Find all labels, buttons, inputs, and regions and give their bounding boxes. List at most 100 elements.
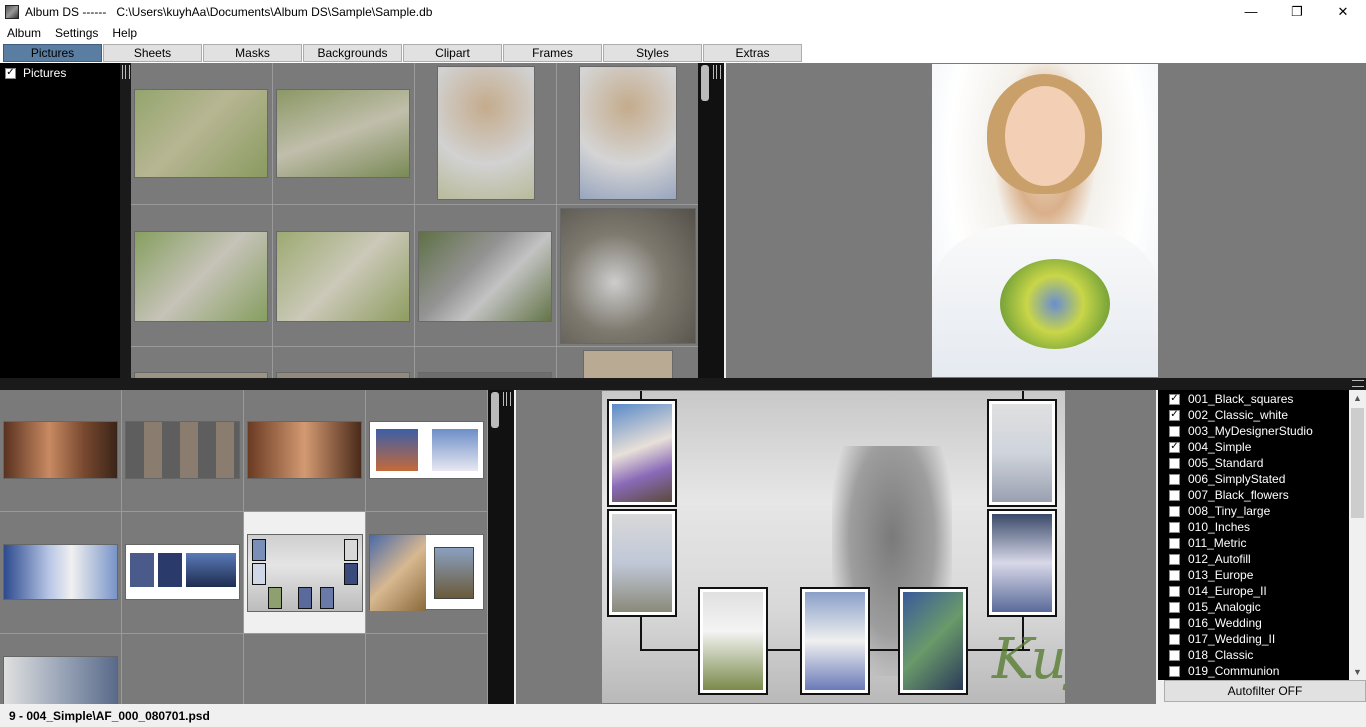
- thumbnail-cell[interactable]: [131, 205, 273, 347]
- grip-icon: [1352, 380, 1364, 387]
- tree-splitter[interactable]: [120, 63, 131, 378]
- filter-item[interactable]: 008_Tiny_large: [1158, 503, 1366, 519]
- filter-item[interactable]: 005_Standard: [1158, 455, 1366, 471]
- checkbox-icon[interactable]: ✓: [1169, 441, 1180, 453]
- filter-item[interactable]: 011_Metric: [1158, 535, 1366, 551]
- checkbox-icon[interactable]: [1169, 553, 1180, 565]
- checkbox-icon[interactable]: [1169, 537, 1180, 549]
- horizontal-splitter[interactable]: [0, 378, 1366, 390]
- filter-item[interactable]: 016_Wedding: [1158, 615, 1366, 631]
- sheet-scrollbar[interactable]: [488, 390, 514, 704]
- filter-item[interactable]: ✓ 001_Black_squares: [1158, 391, 1366, 407]
- sheet-thumbnail-cell[interactable]: [366, 512, 488, 634]
- scroll-thumb[interactable]: [491, 392, 499, 428]
- thumbnail-cell[interactable]: [131, 347, 273, 378]
- photo-frame[interactable]: [898, 587, 968, 695]
- filter-item[interactable]: 006_SimplyStated: [1158, 471, 1366, 487]
- tab-pictures[interactable]: Pictures: [3, 44, 102, 62]
- menu-help[interactable]: Help: [105, 26, 144, 40]
- photo-frame[interactable]: [607, 399, 677, 507]
- photo-frame[interactable]: [607, 509, 677, 617]
- thumbnail-cell[interactable]: [557, 347, 698, 378]
- filter-item[interactable]: ✓ 004_Simple: [1158, 439, 1366, 455]
- sheet-thumbnail-cell[interactable]: [244, 634, 366, 704]
- checkbox-icon[interactable]: ✓: [5, 67, 16, 79]
- filter-item[interactable]: ✓ 002_Classic_white: [1158, 407, 1366, 423]
- sheet-thumbnail-cell[interactable]: [366, 634, 488, 704]
- tab-sheets[interactable]: Sheets: [103, 44, 202, 62]
- scroll-down-icon[interactable]: ▼: [1349, 664, 1366, 680]
- filter-label: 010_Inches: [1188, 520, 1251, 534]
- thumbnail-cell[interactable]: [415, 205, 557, 347]
- checkbox-icon[interactable]: [1169, 585, 1180, 597]
- sheet-layout-preview: KuyhAaMe: [516, 390, 1156, 704]
- sheet-thumbnail-cell[interactable]: [244, 390, 366, 512]
- scroll-up-icon[interactable]: ▲: [1349, 390, 1366, 406]
- checkbox-icon[interactable]: [1169, 617, 1180, 629]
- sheet-thumbnail-cell[interactable]: [366, 390, 488, 512]
- minimize-button[interactable]: —: [1228, 0, 1274, 23]
- filter-item[interactable]: 003_MyDesignerStudio: [1158, 423, 1366, 439]
- filter-item[interactable]: 018_Classic: [1158, 647, 1366, 663]
- tree-item-pictures[interactable]: ✓ Pictures: [0, 65, 120, 81]
- checkbox-icon[interactable]: [1169, 505, 1180, 517]
- checkbox-icon[interactable]: [1169, 489, 1180, 501]
- scroll-thumb[interactable]: [701, 65, 709, 101]
- filter-item[interactable]: 013_Europe: [1158, 567, 1366, 583]
- thumbnail-cell[interactable]: [557, 205, 698, 347]
- close-button[interactable]: ✕: [1320, 0, 1366, 23]
- sheet-thumbnail-cell[interactable]: [0, 512, 122, 634]
- sheet-thumbnail-cell[interactable]: [122, 390, 244, 512]
- photo-frame[interactable]: [987, 399, 1057, 507]
- checkbox-icon[interactable]: [1169, 665, 1180, 677]
- menu-settings[interactable]: Settings: [48, 26, 105, 40]
- filter-item[interactable]: 007_Black_flowers: [1158, 487, 1366, 503]
- filter-item[interactable]: 010_Inches: [1158, 519, 1366, 535]
- tab-backgrounds[interactable]: Backgrounds: [303, 44, 402, 62]
- maximize-button[interactable]: ❐: [1274, 0, 1320, 23]
- checkbox-icon[interactable]: [1169, 569, 1180, 581]
- checkbox-icon[interactable]: ✓: [1169, 409, 1180, 421]
- checkbox-icon[interactable]: [1169, 473, 1180, 485]
- filter-item[interactable]: 017_Wedding_II: [1158, 631, 1366, 647]
- sheet-thumbnail-cell[interactable]: [122, 512, 244, 634]
- checkbox-icon[interactable]: ✓: [1169, 393, 1180, 405]
- checkbox-icon[interactable]: [1169, 649, 1180, 661]
- tab-clipart[interactable]: Clipart: [403, 44, 502, 62]
- thumbnail-cell[interactable]: [415, 63, 557, 205]
- filter-item[interactable]: 015_Analogic: [1158, 599, 1366, 615]
- checkbox-icon[interactable]: [1169, 601, 1180, 613]
- thumbnail-cell[interactable]: [131, 63, 273, 205]
- sheet-thumbnail-cell[interactable]: [0, 634, 122, 704]
- checkbox-icon[interactable]: [1169, 457, 1180, 469]
- sheet-thumbnail-cell[interactable]: [0, 390, 122, 512]
- picture-preview: [726, 63, 1366, 378]
- scroll-thumb[interactable]: [1351, 408, 1364, 518]
- thumbnail-cell[interactable]: [273, 205, 415, 347]
- filter-item[interactable]: 012_Autofill: [1158, 551, 1366, 567]
- photo-frame[interactable]: [800, 587, 870, 695]
- photo-frame[interactable]: [698, 587, 768, 695]
- checkbox-icon[interactable]: [1169, 425, 1180, 437]
- photo-frame[interactable]: [987, 509, 1057, 617]
- filter-item[interactable]: 014_Europe_II: [1158, 583, 1366, 599]
- thumbnail-cell[interactable]: [273, 63, 415, 205]
- filter-item[interactable]: 019_Communion: [1158, 663, 1366, 679]
- tab-extras[interactable]: Extras: [703, 44, 802, 62]
- autofilter-button[interactable]: Autofilter OFF: [1164, 680, 1366, 702]
- checkbox-icon[interactable]: [1169, 521, 1180, 533]
- menu-album[interactable]: Album: [0, 26, 48, 40]
- thumbnail-cell[interactable]: [415, 347, 557, 378]
- sheet-thumbnail-cell[interactable]: [122, 634, 244, 704]
- thumbnail-scrollbar[interactable]: [698, 63, 724, 378]
- filter-scrollbar[interactable]: ▲ ▼: [1349, 390, 1366, 680]
- checkbox-icon[interactable]: [1169, 633, 1180, 645]
- tab-masks[interactable]: Masks: [203, 44, 302, 62]
- tab-frames[interactable]: Frames: [503, 44, 602, 62]
- thumbnail-image: [134, 89, 268, 178]
- filter-label: 018_Classic: [1188, 648, 1254, 662]
- tab-styles[interactable]: Styles: [603, 44, 702, 62]
- thumbnail-cell[interactable]: [557, 63, 698, 205]
- sheet-thumbnail-cell-selected[interactable]: [244, 512, 366, 634]
- thumbnail-cell[interactable]: [273, 347, 415, 378]
